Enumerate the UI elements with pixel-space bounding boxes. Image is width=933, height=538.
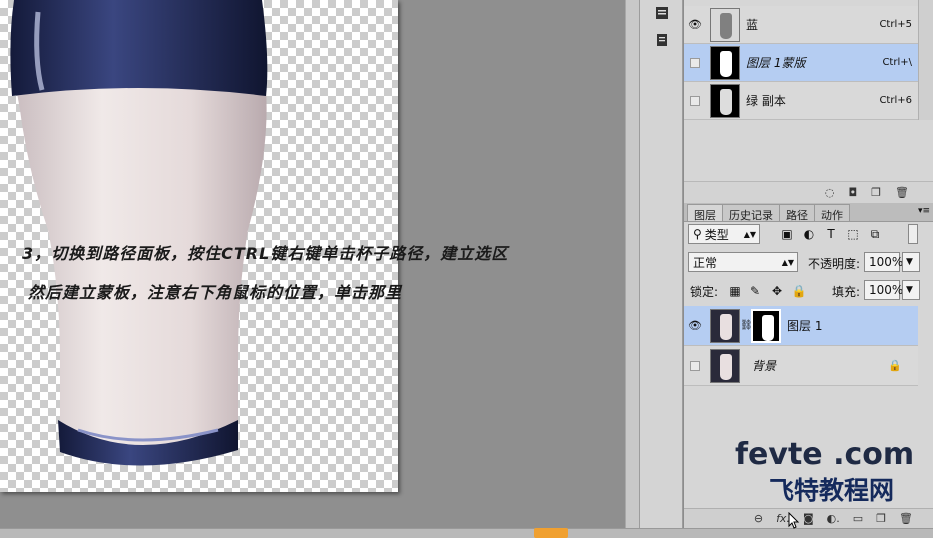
watermark-domain: fevte .com (735, 437, 915, 472)
blend-mode-select[interactable]: 正常 ▲▼ (688, 252, 798, 272)
lock-position-icon[interactable]: ✥ (770, 284, 784, 298)
opacity-dropdown-icon[interactable]: ▼ (902, 252, 920, 272)
channel-thumbnail (710, 7, 740, 42)
lock-image-icon[interactable]: ✎ (748, 284, 762, 298)
trash-icon[interactable]: 🗑 (895, 186, 909, 199)
layer-name[interactable]: 背景 (752, 357, 888, 374)
channel-thumbnail (710, 45, 740, 80)
site-watermark: fevte .com 飞特教程网 (735, 437, 925, 507)
lock-icon: 🔒 (888, 359, 902, 372)
channel-row-green-copy[interactable]: 绿 副本 Ctrl+6 (684, 82, 918, 120)
channel-name: 图层 1蒙版 (746, 56, 806, 70)
layer-name[interactable]: 图层 1 (787, 317, 918, 334)
visibility-toggle[interactable] (684, 360, 706, 371)
lock-transparency-icon[interactable]: ▦ (728, 284, 742, 298)
channel-shortcut: Ctrl+\ (882, 57, 912, 68)
tab-history[interactable]: 历史记录 (722, 204, 780, 222)
visibility-toggle[interactable] (684, 57, 706, 68)
add-mask-icon[interactable]: ◙ (803, 512, 814, 525)
tutorial-caption-line2: 然后建立蒙板，注意右下角鼠标的位置，单击那里 (28, 283, 403, 302)
layer-thumbnail (710, 348, 740, 383)
link-icon[interactable]: ⊖ (754, 512, 763, 525)
panel-icon[interactable] (651, 2, 673, 24)
spinner-icon: ▲▼ (781, 257, 794, 267)
filter-toggle-switch[interactable] (908, 224, 918, 244)
channel-shortcut: Ctrl+5 (879, 19, 912, 30)
panel-menu-icon[interactable]: ▾≡ (918, 206, 930, 216)
mouse-cursor-icon (788, 512, 800, 529)
fill-label: 填充: (832, 285, 861, 299)
shape-filter-icon[interactable]: ⬚ (846, 227, 860, 241)
layer-mask-thumbnail[interactable] (751, 308, 781, 343)
visibility-eye-icon[interactable]: 👁 (684, 18, 706, 31)
new-layer-icon[interactable]: ❐ (876, 512, 886, 525)
visibility-eye-icon[interactable]: 👁 (684, 319, 706, 332)
visibility-toggle[interactable] (684, 95, 706, 106)
layer-row-layer1[interactable]: 👁 ⛓ 图层 1 (684, 306, 918, 346)
channel-row-layer-mask[interactable]: 图层 1蒙版 Ctrl+\ (684, 44, 918, 82)
channels-footer: ◌ ◘ ❐ 🗑 (684, 181, 933, 203)
lock-label: 锁定: (690, 285, 719, 299)
trash-icon[interactable]: 🗑 (899, 512, 913, 525)
opacity-input[interactable]: 100% (864, 252, 903, 272)
fill-input[interactable]: 100% (864, 280, 903, 300)
search-icon: ⚲ (693, 227, 702, 241)
document-canvas[interactable]: 3，切换到路径面板，按住CTRL键右键单击杯子路径，建立选区 然后建立蒙板，注意… (0, 0, 507, 492)
spinner-icon: ▲▼ (743, 229, 756, 239)
layers-footer: ⊖ fx. ◙ ◐. ▭ ❐ 🗑 (684, 508, 933, 528)
adjustment-filter-icon[interactable]: ◐ (802, 227, 816, 241)
tab-paths[interactable]: 路径 (779, 204, 815, 222)
channel-shortcut: Ctrl+6 (879, 95, 912, 106)
milk-glass-image (10, 0, 268, 466)
filter-label: 类型 (704, 227, 729, 242)
tab-layers[interactable]: 图层 (687, 204, 723, 222)
notes-icon[interactable] (651, 29, 673, 51)
photoshop-window: 3，切换到路径面板，按住CTRL键右键单击杯子路径，建立选区 然后建立蒙板，注意… (0, 0, 933, 538)
channels-scrollbar[interactable] (918, 0, 933, 120)
lock-all-icon[interactable]: 🔒 (792, 284, 807, 298)
layer-filter-select[interactable]: ⚲ 类型 ▲▼ (688, 224, 760, 244)
channel-row-blue[interactable]: 👁 蓝 Ctrl+5 (684, 6, 918, 44)
taskbar-item[interactable] (534, 528, 568, 538)
type-filter-icon[interactable]: T (824, 227, 838, 241)
adjustment-icon[interactable]: ◐. (827, 512, 840, 525)
channel-thumbnail (710, 83, 740, 118)
pixel-filter-icon[interactable]: ▣ (780, 227, 794, 241)
layer-thumbnail (710, 308, 740, 343)
watermark-site-name: 飞特教程网 (769, 476, 895, 505)
panel-dock (639, 0, 683, 528)
canvas-area[interactable]: 3，切换到路径面板，按住CTRL键右键单击杯子路径，建立选区 然后建立蒙板，注意… (0, 0, 625, 538)
tab-actions[interactable]: 动作 (814, 204, 850, 222)
tutorial-caption-line1: 3，切换到路径面板，按住CTRL键右键单击杯子路径，建立选区 (22, 244, 509, 263)
chain-link-icon[interactable]: ⛓ (740, 320, 753, 331)
fill-dropdown-icon[interactable]: ▼ (902, 280, 920, 300)
canvas-scrollbar[interactable] (625, 0, 639, 538)
panel-tabs: 图层 历史记录 路径 动作 ▾≡ (684, 203, 933, 222)
layer-row-background[interactable]: 背景 🔒 (684, 346, 918, 386)
blend-mode-value: 正常 (693, 255, 718, 270)
smart-object-filter-icon[interactable]: ⧉ (868, 227, 882, 241)
channel-name: 绿 副本 (746, 94, 786, 108)
opacity-label: 不透明度: (808, 257, 861, 271)
channel-name: 蓝 (746, 18, 759, 32)
folder-icon[interactable]: ▭ (853, 512, 863, 525)
new-channel-icon[interactable]: ❐ (871, 186, 881, 199)
save-mask-icon[interactable]: ◘ (848, 186, 857, 199)
load-selection-icon[interactable]: ◌ (825, 186, 835, 199)
